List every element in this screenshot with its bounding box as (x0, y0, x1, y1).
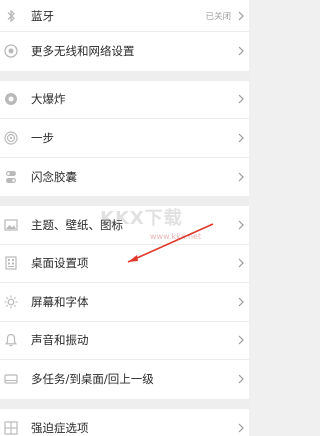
settings-row-label: 大爆炸 (31, 92, 66, 107)
chevron-right-icon (235, 423, 247, 433)
compulsive-options-icon (0, 421, 26, 435)
chevron-right-icon (235, 374, 247, 384)
watermark-url: www.kkx.net (150, 232, 202, 241)
wireless-group: 蓝牙 已关闭 更多无线和网络设置 (0, 0, 249, 71)
chevron-right-icon (235, 94, 247, 104)
settings-row-big-bang[interactable]: 大爆炸 (0, 81, 249, 119)
watermark-logo: KKX下载 (100, 208, 183, 229)
smartisan-features-group: 大爆炸 一步 闪念胶囊 (0, 80, 249, 197)
display-group: 主题、壁纸、图标 桌面设置项 屏幕和字体 声音和振动 多任务/到桌面/回上一级 (0, 206, 249, 399)
settings-row-label: 闪念胶囊 (31, 169, 77, 184)
settings-row-label: 一步 (31, 130, 54, 145)
desktop-settings-icon (0, 256, 26, 270)
brightness-icon (0, 295, 26, 309)
idea-capsule-icon (0, 170, 26, 184)
settings-row-label: 屏幕和字体 (31, 294, 89, 309)
big-bang-icon (0, 92, 26, 106)
settings-row-compulsive[interactable]: 强迫症选项 (0, 409, 249, 436)
settings-row-multitask[interactable]: 多任务/到桌面/回上一级 (0, 360, 249, 399)
settings-row-one-step[interactable]: 一步 (0, 119, 249, 158)
settings-row-label: 声音和振动 (31, 333, 89, 348)
settings-row-label: 蓝牙 (31, 8, 54, 23)
chevron-right-icon (235, 220, 247, 230)
settings-row-label: 强迫症选项 (31, 420, 89, 435)
multitask-icon (0, 374, 26, 384)
bell-icon (0, 333, 26, 347)
chevron-right-icon (235, 335, 247, 345)
settings-row-screen-font[interactable]: 屏幕和字体 (0, 283, 249, 322)
chevron-right-icon (235, 11, 247, 21)
chevron-right-icon (235, 297, 247, 307)
bluetooth-icon (0, 9, 26, 23)
chevron-right-icon (235, 258, 247, 268)
settings-row-label: 多任务/到桌面/回上一级 (31, 372, 154, 387)
settings-row-label: 更多无线和网络设置 (31, 44, 135, 59)
settings-row-more-wireless[interactable]: 更多无线和网络设置 (0, 32, 249, 71)
settings-row-desktop[interactable]: 桌面设置项 (0, 245, 249, 283)
settings-row-idea-capsule[interactable]: 闪念胶囊 (0, 158, 249, 197)
theme-icon (0, 219, 26, 231)
settings-row-label: 桌面设置项 (31, 256, 89, 271)
chevron-right-icon (235, 46, 247, 56)
one-step-icon (0, 131, 26, 145)
settings-row-bluetooth[interactable]: 蓝牙 已关闭 (0, 0, 249, 32)
chevron-right-icon (235, 133, 247, 143)
bluetooth-status: 已关闭 (205, 11, 231, 22)
network-settings-icon (0, 44, 26, 58)
ocd-group: 强迫症选项 (0, 408, 249, 436)
chevron-right-icon (235, 172, 247, 182)
section-divider (0, 398, 249, 409)
settings-row-sound[interactable]: 声音和振动 (0, 322, 249, 360)
section-divider (0, 70, 249, 81)
